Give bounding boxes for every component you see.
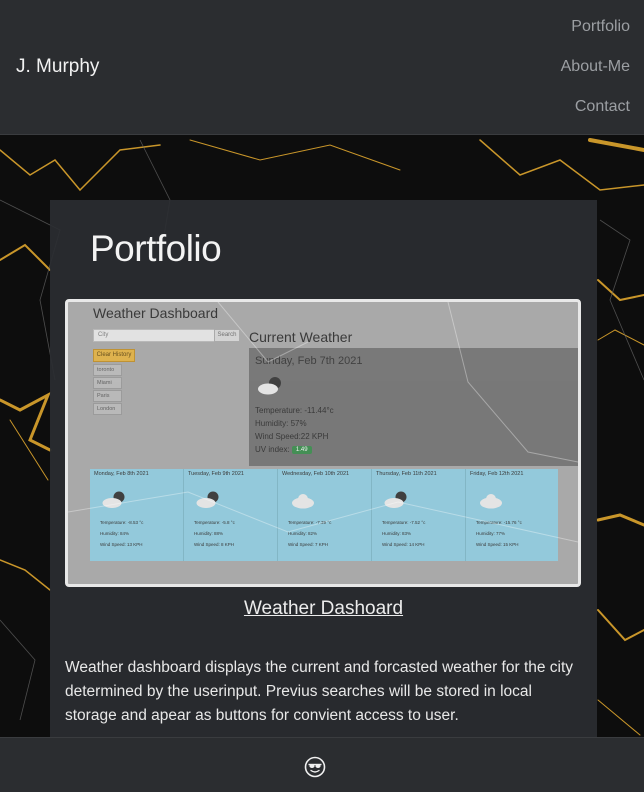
brand-name[interactable]: J. Murphy (16, 56, 99, 78)
project-description: Weather dashboard displays the current a… (65, 658, 574, 724)
nav-link-about-me[interactable]: About-Me (561, 56, 630, 96)
portfolio-card: Portfolio Weather Dashboard City Search … (50, 200, 597, 738)
screenshot-marble-overlay (68, 302, 578, 543)
sunglasses-smiley-icon (304, 756, 326, 778)
nav-link-contact[interactable]: Contact (561, 96, 630, 136)
site-header: J. Murphy Portfolio About-Me Contact (0, 0, 644, 135)
main-nav: Portfolio About-Me Contact (561, 16, 630, 136)
nav-link-portfolio[interactable]: Portfolio (561, 16, 630, 56)
site-footer (0, 737, 644, 792)
page-title: Portfolio (90, 228, 222, 269)
project-screenshot[interactable]: Weather Dashboard City Search Clear Hist… (65, 299, 581, 587)
project-title-link[interactable]: Weather Dashoard (50, 598, 597, 620)
